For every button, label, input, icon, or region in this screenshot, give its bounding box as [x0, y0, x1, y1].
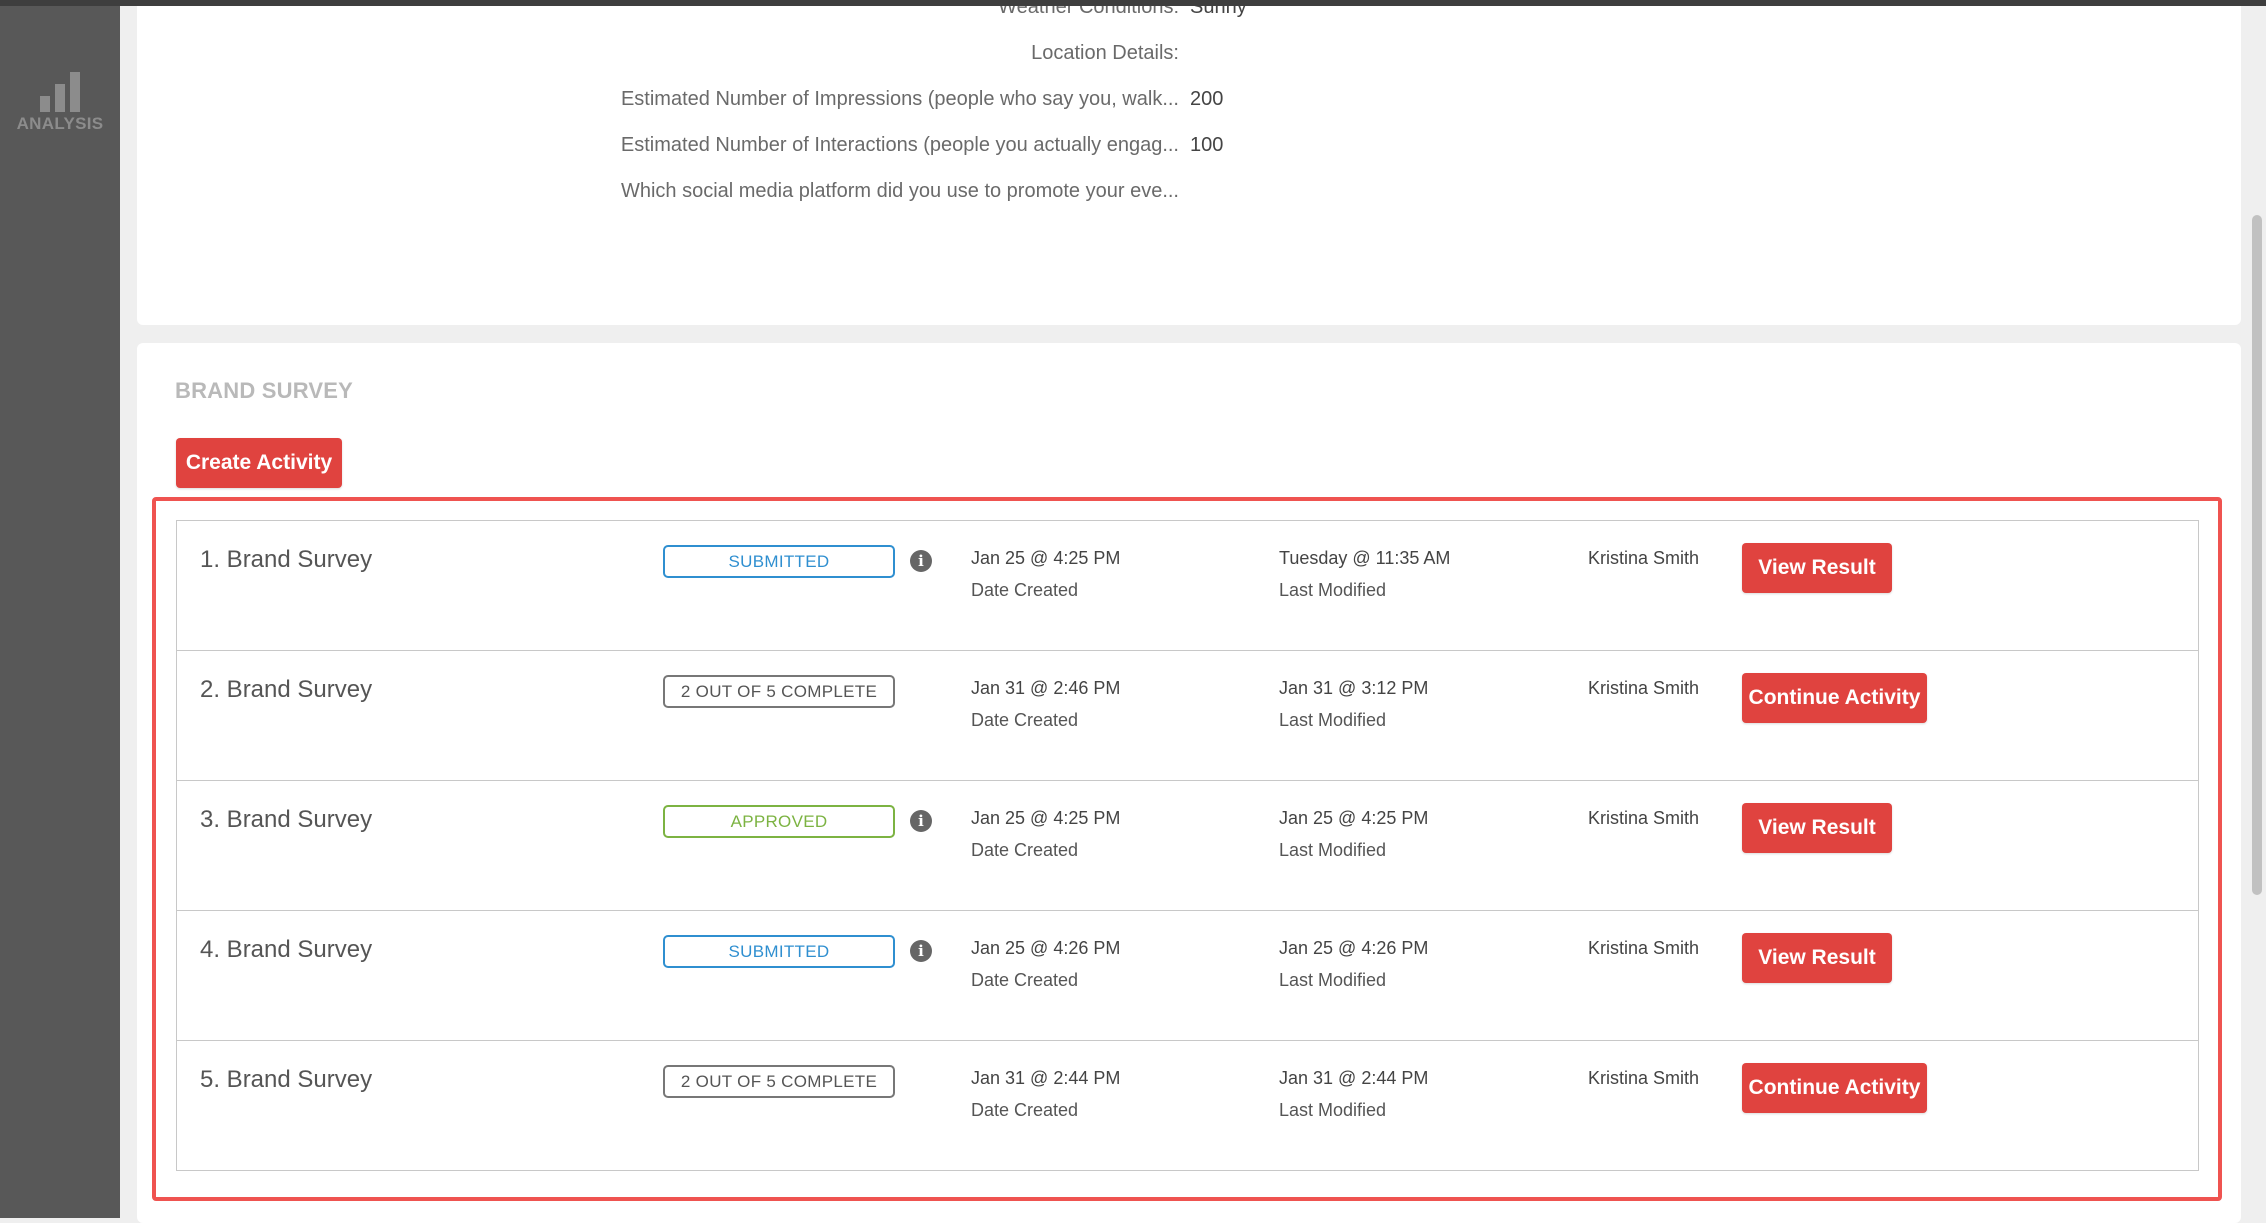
top-bar — [0, 0, 2266, 6]
highlight-outline — [152, 497, 2222, 1201]
section-title: BRAND SURVEY — [175, 378, 354, 403]
field-row: Which social media platform did you use … — [137, 180, 2241, 210]
field-row: Estimated Number of Interactions (people… — [137, 134, 2241, 164]
field-value: 200 — [1190, 88, 1224, 110]
field-label: Estimated Number of Interactions (people… — [620, 134, 1179, 156]
vertical-scrollbar[interactable] — [2252, 215, 2262, 895]
sidebar: RESULTS ANALYSIS — [0, 0, 120, 1218]
field-label: Location Details: — [1031, 42, 1179, 64]
field-label: Which social media platform did you use … — [620, 180, 1179, 202]
field-label: Estimated Number of Impressions (people … — [620, 88, 1179, 110]
sidebar-item-label: ANALYSIS — [16, 114, 104, 133]
field-value: 100 — [1190, 134, 1224, 156]
sidebar-item-analysis[interactable]: ANALYSIS — [0, 70, 120, 134]
field-row: Location Details: — [137, 42, 2241, 72]
bar-chart-icon — [0, 70, 120, 114]
create-activity-button[interactable]: Create Activity — [176, 438, 342, 488]
field-row: Estimated Number of Impressions (people … — [137, 88, 2241, 118]
